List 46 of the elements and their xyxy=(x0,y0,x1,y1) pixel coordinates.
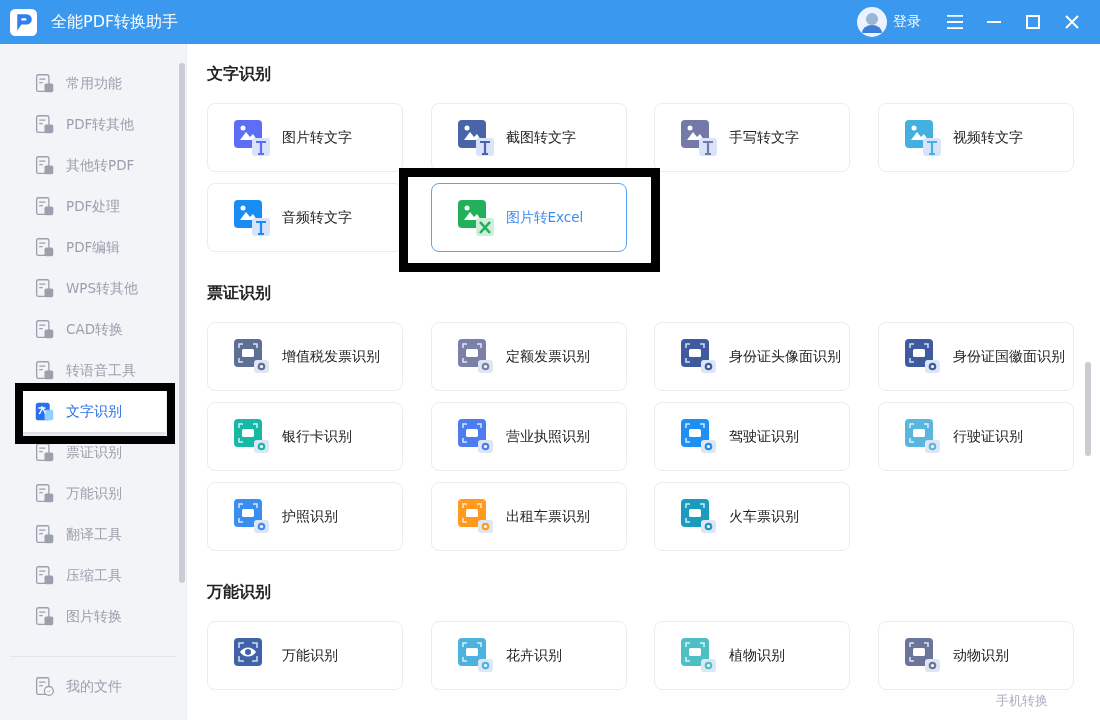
section-title: 文字识别 xyxy=(207,63,272,85)
tool-card[interactable]: 身份证头像面识别 xyxy=(654,322,850,391)
document-icon xyxy=(34,319,55,340)
maximize-icon[interactable] xyxy=(1025,14,1041,30)
document-icon xyxy=(34,196,55,217)
document-icon xyxy=(34,524,55,545)
document-icon xyxy=(34,278,55,299)
section-title: 票证识别 xyxy=(207,282,272,304)
close-icon[interactable] xyxy=(1064,14,1080,30)
tool-card[interactable]: 增值税发票识别 xyxy=(207,322,403,391)
menu-icon[interactable] xyxy=(947,14,963,30)
scrollbar-thumb[interactable] xyxy=(1085,362,1091,456)
tool-card[interactable]: 身份证国徽面识别 xyxy=(877,322,1074,391)
document-icon xyxy=(34,237,55,258)
tool-card[interactable]: 视频转文字 xyxy=(877,103,1074,172)
tool-card[interactable]: 营业执照识别 xyxy=(430,402,627,471)
tool-card[interactable]: 万能识别 xyxy=(207,621,403,690)
document-icon xyxy=(34,73,55,94)
app-logo-icon xyxy=(10,8,37,36)
document-icon xyxy=(34,401,55,422)
window-title: 全能PDF转换助手 xyxy=(51,11,179,33)
document-icon xyxy=(34,565,55,586)
document-icon xyxy=(34,676,55,697)
document-icon xyxy=(34,442,55,463)
section-title: 万能识别 xyxy=(207,581,272,603)
document-icon xyxy=(34,483,55,504)
scrollbar-thumb[interactable] xyxy=(179,63,185,583)
tool-card[interactable]: 行驶证识别 xyxy=(877,402,1074,471)
tool-card[interactable]: 银行卡识别 xyxy=(207,402,403,471)
avatar-icon[interactable] xyxy=(857,7,887,37)
document-icon xyxy=(34,114,55,135)
tool-card[interactable]: 花卉识别 xyxy=(430,621,627,690)
tool-card[interactable]: 定额发票识别 xyxy=(430,322,627,391)
document-icon xyxy=(34,360,55,381)
tool-card[interactable]: 护照识别 xyxy=(207,482,403,551)
tool-card[interactable]: 手写转文字 xyxy=(654,103,850,172)
document-icon xyxy=(34,606,55,627)
tool-card[interactable]: 动物识别 xyxy=(877,621,1074,690)
sidebar-item[interactable]: 文字识别 xyxy=(20,391,166,432)
tool-card[interactable]: 植物识别 xyxy=(654,621,850,690)
tool-card[interactable]: 图片转文字 xyxy=(207,103,403,172)
tool-card[interactable]: 图片转Excel xyxy=(430,183,627,252)
tool-card[interactable]: 驾驶证识别 xyxy=(654,402,850,471)
tool-card[interactable]: 出租车票识别 xyxy=(430,482,627,551)
tool-card[interactable]: 火车票识别 xyxy=(654,482,850,551)
document-icon xyxy=(34,155,55,176)
